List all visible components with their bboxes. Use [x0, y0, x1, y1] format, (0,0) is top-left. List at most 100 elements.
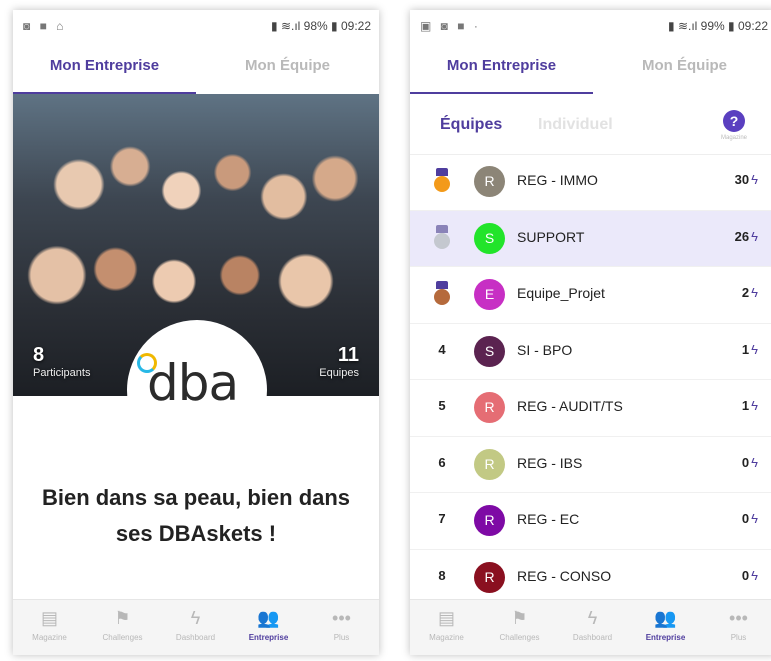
team-score: 30 ϟ — [735, 172, 758, 187]
tab-mon-equipe[interactable]: Mon Équipe — [593, 46, 771, 92]
team-rank: 6 — [438, 454, 446, 470]
team-name: REG - IMMO — [517, 172, 598, 188]
nav-label: Dashboard — [175, 633, 216, 642]
status-battery-time: ▮ ≋.ıl 98% ▮ 09:22 — [271, 19, 371, 33]
nav-entreprise[interactable]: 👥 Entreprise — [232, 606, 305, 642]
more-icon: ••• — [332, 608, 351, 628]
team-rank: 8 — [438, 567, 446, 583]
team-score-value: 0 — [741, 454, 750, 470]
participants-count: 8 — [33, 344, 45, 366]
team-row[interactable]: 4 S SI - BPO 1 ϟ — [410, 324, 771, 380]
team-rank: 4 — [438, 341, 446, 357]
nav-dashboard[interactable]: ϟ Dashboard — [556, 606, 629, 642]
nav-magazine[interactable]: ▤ Magazine — [13, 606, 86, 642]
team-score: 0ϟ — [742, 568, 758, 583]
team-name: SUPPORT — [517, 228, 585, 245]
team-score-value: 1 — [741, 398, 750, 413]
company-slogan: Bien dans sa peau, bien dans ses DBAsket… — [41, 485, 351, 546]
status-bar: ▣ ◙ ■ · ▮ ≋.ıl 99% ▮ 09:22 — [410, 10, 771, 42]
nav-label: Magazine — [32, 633, 67, 642]
help-button[interactable]: ? Magazine — [714, 110, 754, 141]
magazine-icon: ▤ — [437, 608, 455, 628]
team-score: 0ϟ — [742, 455, 758, 470]
team-row[interactable]: 8 R REG - CONSO 0 ϟ — [410, 550, 771, 606]
bolt-icon: ϟ — [751, 454, 758, 470]
nav-challenges[interactable]: ⚑ Challenges — [483, 606, 556, 642]
top-tabs: Mon Entreprise Mon Équipe — [410, 46, 771, 96]
team-avatar: R — [474, 448, 505, 480]
nav-label: Entreprise — [645, 633, 686, 642]
team-row[interactable]: E Equipe_Projet 2 ϟ — [410, 267, 771, 324]
nav-label: Magazine — [429, 633, 464, 642]
team-avatar: R — [474, 166, 505, 197]
bottom-nav: ▤ Magazine ⚑ Challenges ϟ Dashboard 👥 En… — [13, 599, 379, 655]
team-avatar: S — [474, 335, 505, 367]
subtab-equipes[interactable]: Équipes — [440, 116, 502, 134]
teams-label: Equipes — [319, 367, 359, 379]
tab-mon-entreprise[interactable]: Mon Entreprise — [410, 46, 593, 94]
top-tabs: Mon Entreprise Mon Équipe — [13, 46, 379, 96]
team-avatar: S — [474, 222, 505, 254]
team-row[interactable]: 7 R REG - EC 0 ϟ — [410, 493, 771, 550]
subtab-individuel[interactable]: Individuel — [538, 116, 613, 134]
team-row[interactable]: 5 R REG - AUDIT/TS 1 ϟ — [410, 380, 771, 437]
nav-challenges[interactable]: ⚑ Challenges — [86, 606, 159, 642]
team-name: Equipe_Projet — [517, 285, 605, 301]
more-icon: ••• — [729, 608, 748, 628]
nav-plus[interactable]: ••• Plus — [702, 606, 771, 642]
magazine-icon: ▤ — [40, 608, 58, 628]
phone-company-overview: ◙ ■ ⌂ ▮ ≋.ıl 98% ▮ 09:22 Mon Entreprise … — [13, 10, 379, 655]
question-icon: ? — [723, 110, 745, 132]
team-score: 0ϟ — [742, 511, 758, 526]
phone-team-ranking: ▣ ◙ ■ · ▮ ≋.ıl 99% ▮ 09:22 Mon Entrepris… — [410, 10, 771, 655]
teams-stat: 11 Equipes — [319, 344, 359, 379]
status-bar: ◙ ■ ⌂ ▮ ≋.ıl 98% ▮ 09:22 — [13, 10, 379, 42]
team-score-value: 0 — [741, 511, 750, 526]
team-avatar: R — [474, 505, 505, 536]
bolt-icon: ϟ — [751, 228, 758, 244]
nav-label: Challenges — [499, 633, 540, 642]
team-score: 1ϟ — [742, 398, 758, 413]
bolt-icon: ϟ — [190, 608, 201, 628]
bolt-icon: ϟ — [751, 567, 758, 583]
logo-text: dba — [147, 354, 239, 412]
team-avatar: E — [474, 279, 505, 310]
silver-medal-icon — [434, 224, 450, 251]
flag-icon: ⚑ — [511, 608, 528, 628]
nav-label: Challenges — [102, 633, 143, 642]
bolt-icon: ϟ — [587, 608, 598, 628]
nav-dashboard[interactable]: ϟ Dashboard — [159, 606, 232, 642]
nav-label: Entreprise — [248, 633, 289, 642]
bottom-nav: ▤ Magazine ⚑ Challenges ϟ Dashboard 👥 En… — [410, 599, 771, 655]
team-score-value: 1 — [741, 341, 750, 357]
ranking-subtabs: Équipes Individuel ? Magazine — [410, 98, 771, 155]
team-row[interactable]: 6 R REG - IBS 0 ϟ — [410, 437, 771, 493]
team-score: 2ϟ — [742, 285, 758, 300]
team-avatar: R — [474, 392, 505, 423]
team-name: REG - AUDIT/TS — [517, 398, 623, 414]
nav-entreprise[interactable]: 👥 Entreprise — [629, 606, 702, 642]
team-name: REG - CONSO — [517, 567, 612, 584]
bolt-icon: ϟ — [751, 398, 758, 413]
team-score-value: 30 — [734, 172, 750, 187]
team-row[interactable]: S SUPPORT 26 ϟ — [410, 210, 771, 267]
tab-mon-entreprise[interactable]: Mon Entreprise — [13, 46, 196, 94]
participants-label: Participants — [33, 367, 91, 379]
tab-mon-equipe[interactable]: Mon Équipe — [196, 46, 379, 92]
nav-plus[interactable]: ••• Plus — [305, 606, 378, 642]
status-icons: ◙ ■ ⌂ — [23, 19, 67, 33]
gold-medal-icon — [434, 168, 450, 194]
nav-magazine[interactable]: ▤ Magazine — [410, 606, 483, 642]
team-rank: 5 — [438, 398, 446, 413]
people-icon: 👥 — [654, 608, 677, 628]
nav-label: Plus — [730, 633, 747, 642]
bolt-icon: ϟ — [751, 511, 758, 526]
status-icons: ▣ ◙ ■ · — [420, 19, 481, 33]
team-score-value: 2 — [741, 285, 750, 300]
team-score: 26 ϟ — [735, 229, 758, 244]
bronze-medal-icon — [434, 281, 450, 307]
team-score-value: 0 — [741, 567, 750, 583]
bolt-icon: ϟ — [751, 341, 758, 357]
team-row[interactable]: R REG - IMMO 30 ϟ — [410, 154, 771, 211]
team-rank: 7 — [438, 511, 446, 526]
